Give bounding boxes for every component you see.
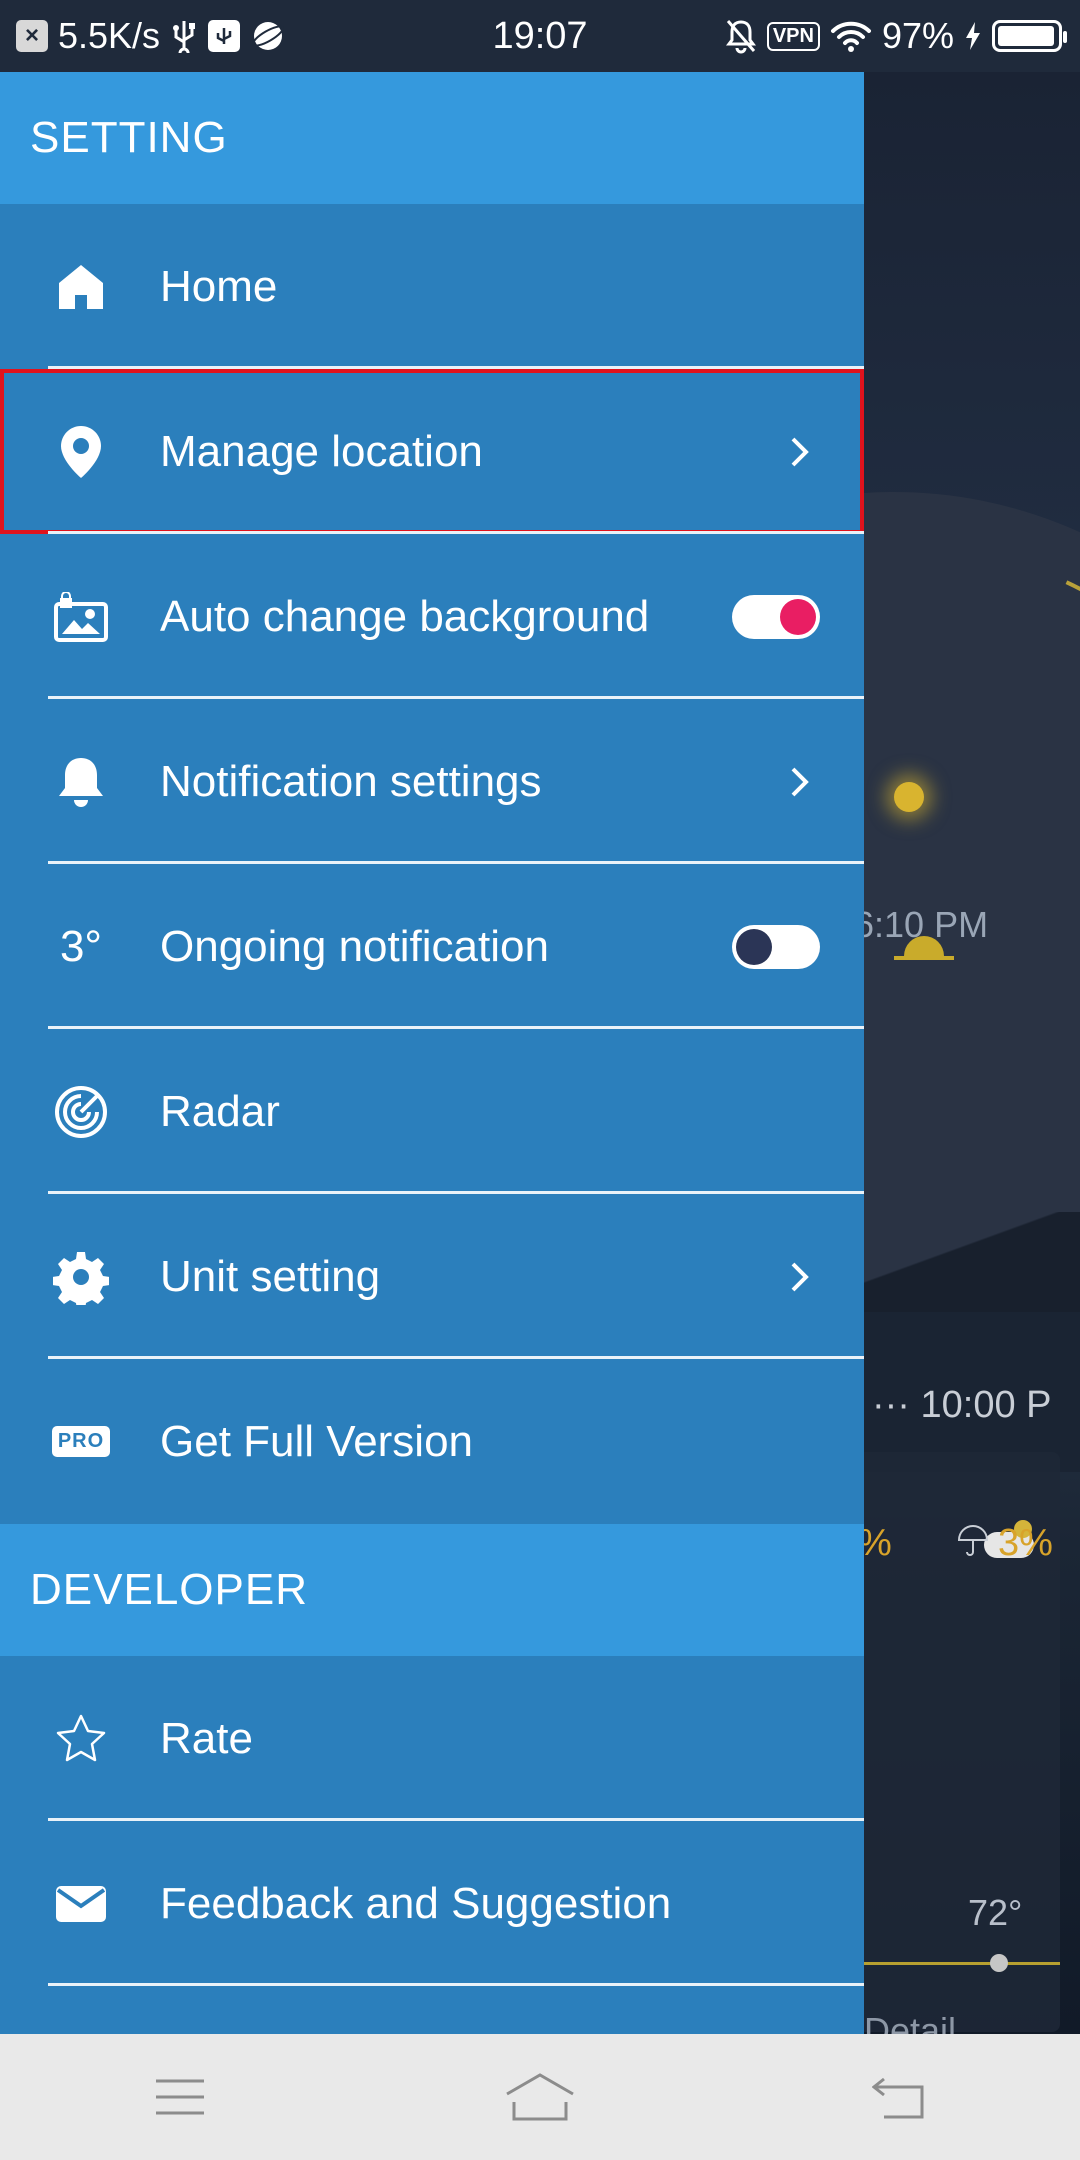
settings-drawer: SETTING Home Manage location Auto change…	[0, 72, 864, 2034]
usb-debug-icon	[208, 20, 241, 52]
gear-icon	[50, 1246, 112, 1308]
sun-icon	[894, 782, 924, 812]
battery-percent: 97%	[881, 15, 954, 56]
menu-item-unit-setting-label: Unit setting	[160, 1251, 381, 1301]
developer-header: DEVELOPER	[0, 1524, 864, 1656]
system-navigation-bar	[0, 2034, 1080, 2160]
location-pin-icon	[50, 421, 112, 483]
temperature-dot	[990, 1954, 1008, 1972]
status-right: VPN 97%	[725, 15, 1067, 57]
temperature-icon: 3°	[50, 916, 112, 978]
menu-item-notification-settings-label: Notification settings	[160, 756, 542, 806]
bell-off-icon	[725, 18, 757, 54]
home-icon	[50, 256, 112, 318]
auto-background-toggle[interactable]	[732, 594, 820, 639]
menu-item-radar-label: Radar	[160, 1086, 280, 1136]
usb-icon	[170, 19, 198, 53]
vpn-badge: VPN	[766, 21, 820, 51]
menu-item-radar[interactable]: Radar	[0, 1029, 864, 1194]
status-bar: × 5.5K/s 19:07 VPN 97%	[0, 0, 1080, 72]
image-lock-icon	[50, 586, 112, 648]
menu-item-manage-location-label: Manage location	[160, 426, 483, 476]
menu-item-manage-location[interactable]: Manage location	[0, 369, 864, 534]
detail-link[interactable]: Detail	[864, 2010, 956, 2034]
temperature-line	[864, 1962, 1060, 1965]
bell-icon	[50, 751, 112, 813]
battery-icon	[992, 20, 1067, 52]
wifi-icon	[830, 19, 872, 53]
toggle-knob	[780, 598, 816, 635]
back-button[interactable]	[840, 2047, 960, 2147]
precip-left: %	[864, 1522, 892, 1565]
temperature-point: 72°	[968, 1892, 1023, 1933]
pro-badge: PRO	[51, 1426, 111, 1457]
radar-icon	[50, 1081, 112, 1143]
menu-item-auto-change-background[interactable]: Auto change background	[0, 534, 864, 699]
home-button[interactable]	[480, 2047, 600, 2147]
menu-item-home-label: Home	[160, 261, 278, 311]
home-nav-icon	[506, 2073, 574, 2121]
battery-level	[998, 26, 1055, 46]
menu-item-unit-setting[interactable]: Unit setting	[0, 1194, 864, 1359]
menu-item-feedback-label: Feedback and Suggestion	[160, 1878, 672, 1928]
ongoing-notification-toggle[interactable]	[732, 924, 820, 969]
charging-icon	[964, 21, 982, 51]
menu-item-ongoing-notification[interactable]: 3° Ongoing notification	[0, 864, 864, 1029]
planet-icon	[250, 18, 286, 54]
menu-item-rate-label: Rate	[160, 1713, 253, 1763]
menu-item-auto-change-background-label: Auto change background	[160, 591, 650, 641]
chevron-right-icon	[780, 765, 820, 799]
network-speed: 5.5K/s	[58, 15, 161, 56]
status-left: × 5.5K/s	[16, 15, 286, 57]
background-weather-screen[interactable]: 6:10 PM ··· 10:00 P % 3% 72° Detail	[864, 72, 1080, 2034]
precip-right: 3%	[998, 1522, 1053, 1564]
menu-item-get-full-version-label: Get Full Version	[160, 1416, 474, 1466]
menu-item-get-full-version[interactable]: PRO Get Full Version	[0, 1359, 864, 1524]
umbrella-icon	[956, 1524, 990, 1558]
chevron-right-icon	[780, 435, 820, 469]
setting-header: SETTING	[0, 72, 864, 204]
back-icon	[872, 2077, 924, 2119]
notification-close-icon: ×	[16, 20, 48, 52]
hamburger-icon	[156, 2079, 204, 2115]
sunset-time: 6:10 PM	[864, 904, 989, 945]
menu-item-notification-settings[interactable]: Notification settings	[0, 699, 864, 864]
menu-button[interactable]	[120, 2047, 240, 2147]
temperature-icon-text: 3°	[59, 921, 103, 971]
menu-item-home[interactable]: Home	[0, 204, 864, 369]
chevron-right-icon	[780, 1260, 820, 1294]
forecast-time: ··· 10:00 P	[872, 1384, 1052, 1426]
menu-item-ongoing-notification-label: Ongoing notification	[160, 921, 549, 971]
menu-item-rate[interactable]: Rate	[0, 1656, 864, 1821]
star-icon	[50, 1708, 112, 1770]
pro-icon: PRO	[50, 1411, 112, 1473]
toggle-knob	[736, 928, 772, 965]
mail-icon	[50, 1873, 112, 1935]
menu-item-feedback[interactable]: Feedback and Suggestion	[0, 1821, 864, 1986]
